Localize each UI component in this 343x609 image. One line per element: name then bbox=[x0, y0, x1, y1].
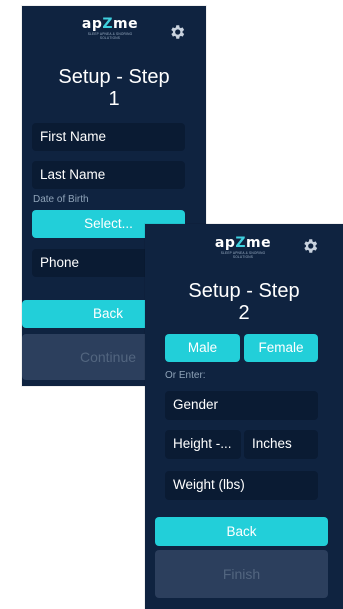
gender-input[interactable]: Gender bbox=[165, 391, 318, 420]
back-button[interactable]: Back bbox=[155, 517, 328, 546]
first-name-input[interactable]: First Name bbox=[32, 123, 185, 151]
height-feet-input[interactable]: Height -... bbox=[165, 430, 241, 459]
dob-label: Date of Birth bbox=[33, 194, 89, 205]
gear-icon[interactable] bbox=[168, 23, 186, 41]
page-title: Setup - Step 1 bbox=[58, 66, 170, 110]
male-button[interactable]: Male bbox=[165, 334, 240, 362]
height-inches-input[interactable]: Inches bbox=[244, 430, 318, 459]
gear-icon[interactable] bbox=[301, 237, 319, 255]
finish-button[interactable]: Finish bbox=[155, 550, 328, 598]
last-name-input[interactable]: Last Name bbox=[32, 161, 185, 189]
apzme-logo: apZme SLEEP APNEA & SNORING SOLUTIONS bbox=[214, 235, 272, 259]
apzme-logo: apZme SLEEP APNEA & SNORING SOLUTIONS bbox=[81, 16, 139, 40]
or-enter-label: Or Enter: bbox=[165, 370, 206, 381]
female-button[interactable]: Female bbox=[244, 334, 318, 362]
weight-input[interactable]: Weight (lbs) bbox=[165, 471, 318, 500]
page-title: Setup - Step 2 bbox=[188, 280, 300, 324]
setup-step2-screen: apZme SLEEP APNEA & SNORING SOLUTIONS Se… bbox=[145, 224, 343, 609]
